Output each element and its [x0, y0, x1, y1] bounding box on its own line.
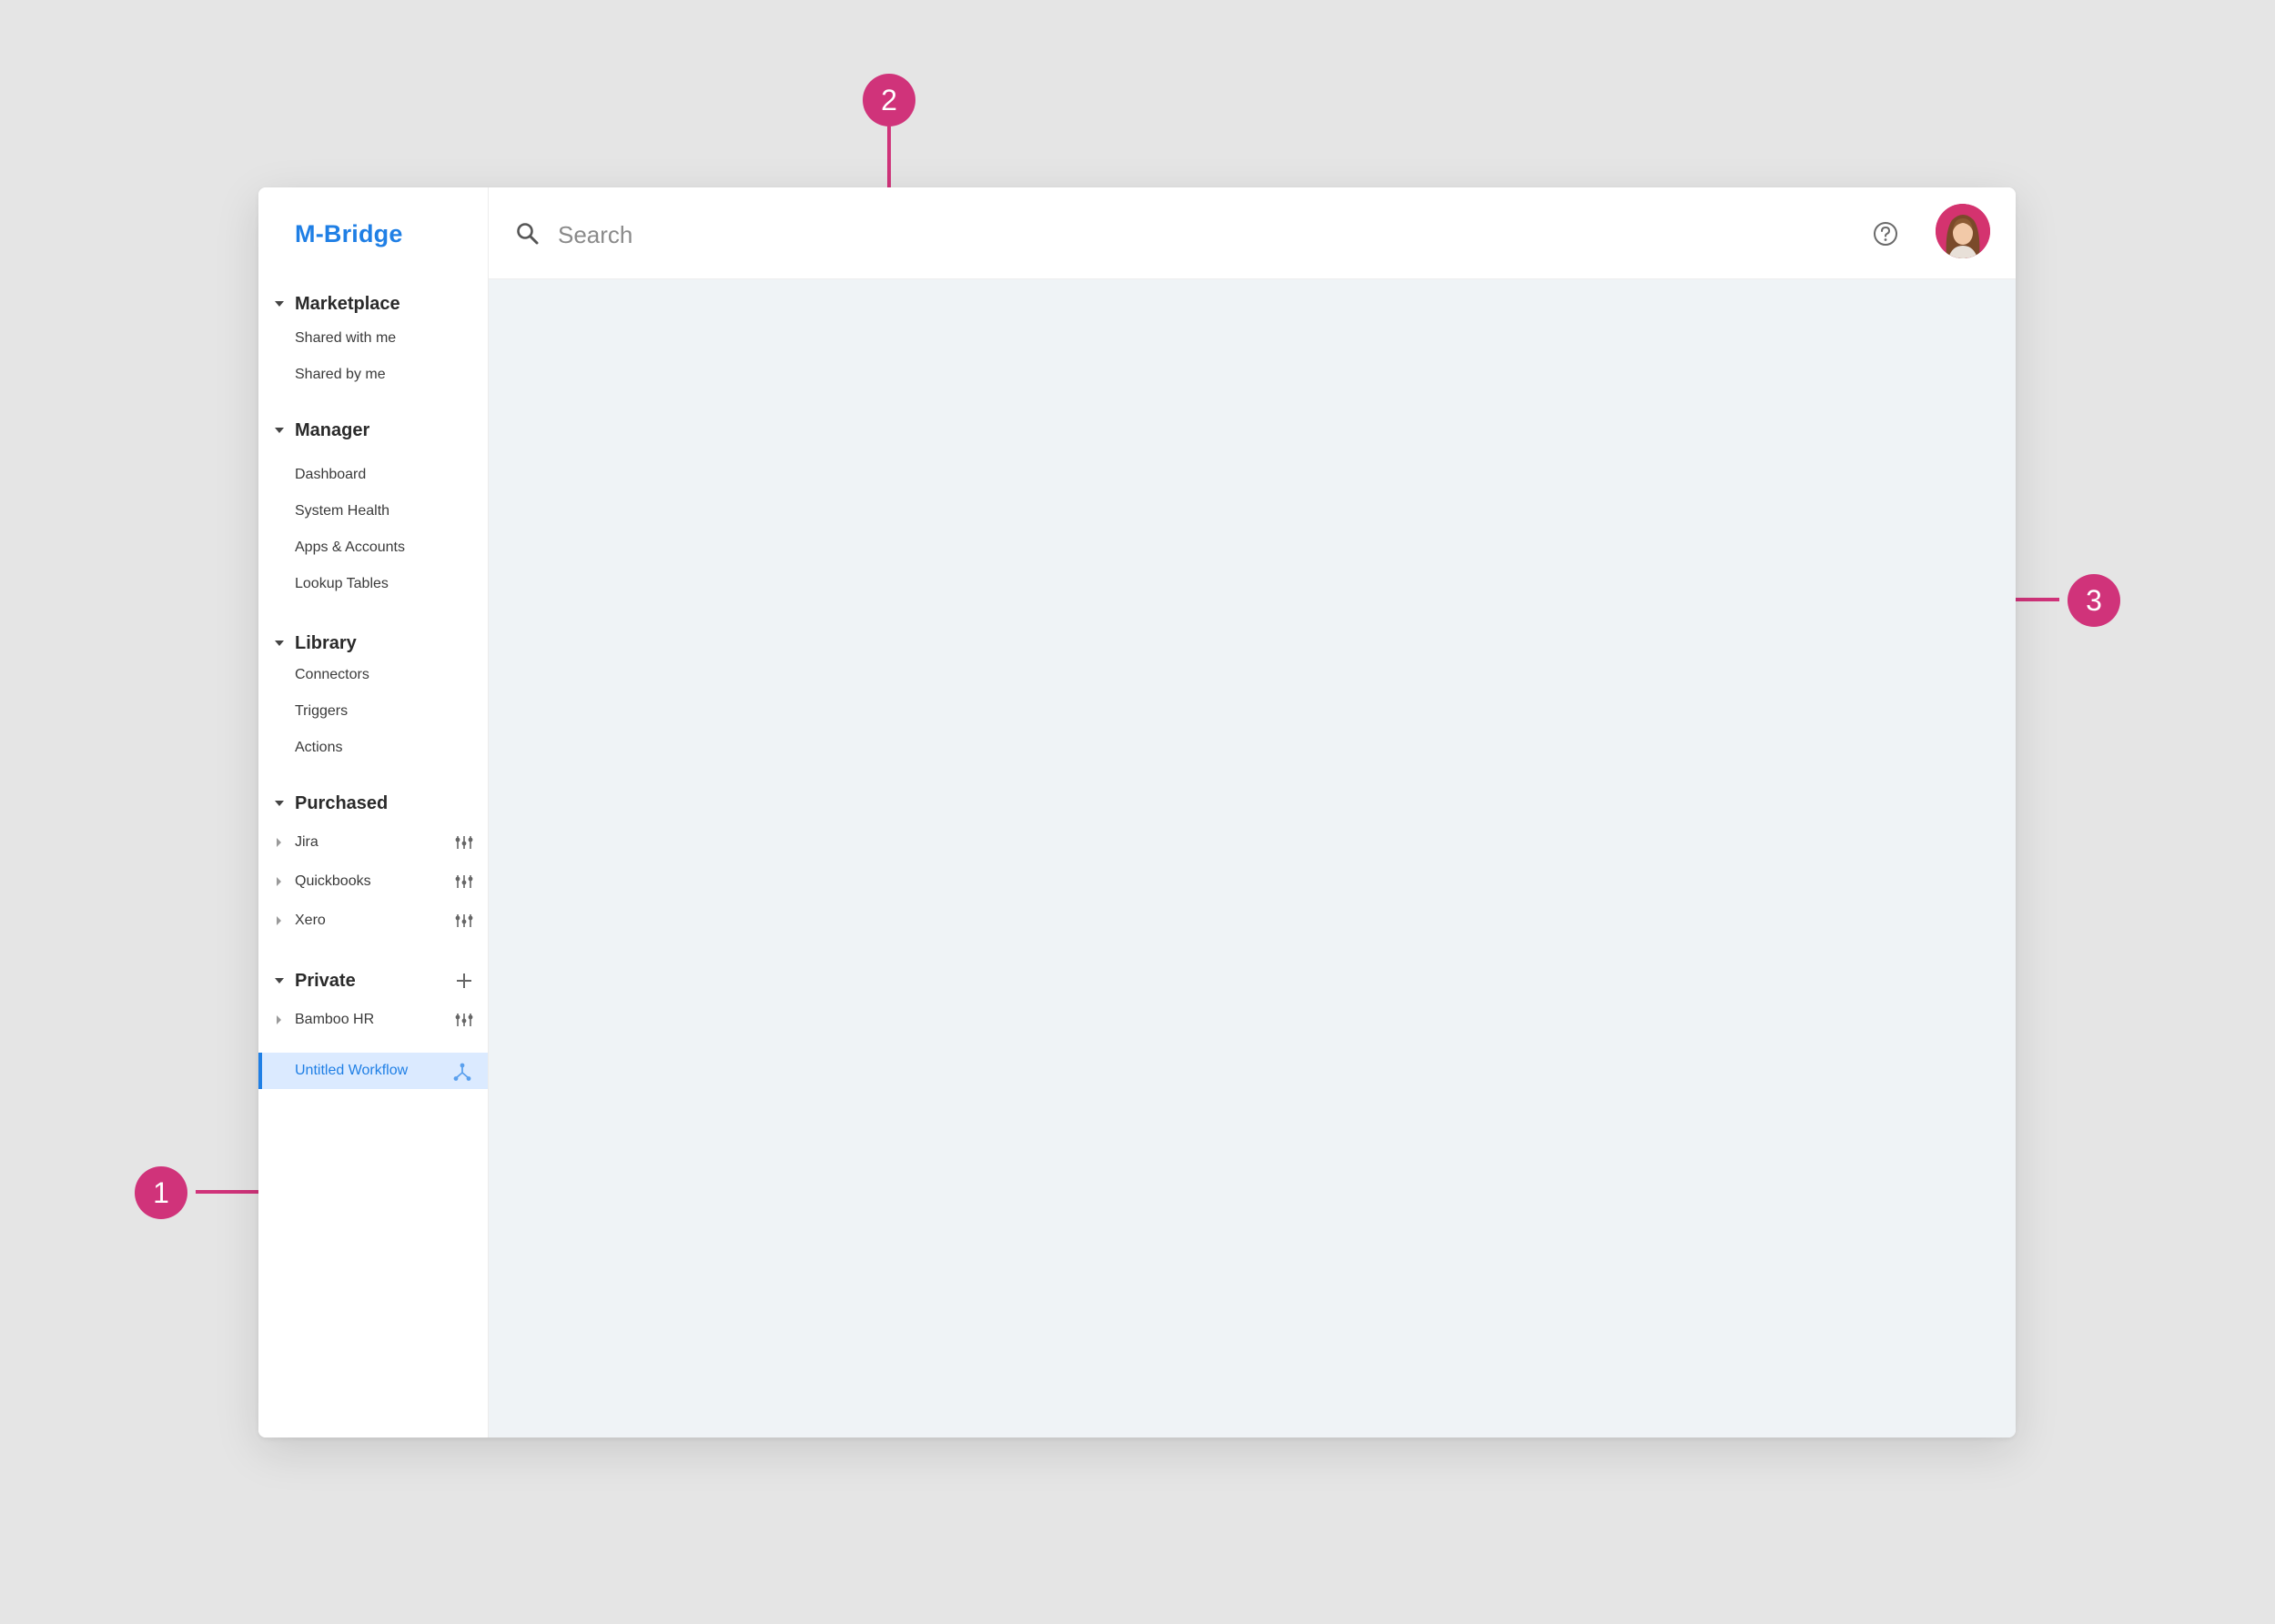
- search-icon: [517, 223, 539, 245]
- nav-item-shared-by-me[interactable]: Shared by me: [295, 361, 477, 388]
- sidebar-item-label: Untitled Workflow: [295, 1063, 409, 1078]
- nav-item-lookup-tables[interactable]: Lookup Tables: [295, 570, 477, 598]
- caret-down-icon: [275, 301, 284, 307]
- nav-item-actions[interactable]: Actions: [295, 734, 477, 762]
- workflow-icon: [453, 1063, 471, 1081]
- sidebar-item-untitled-workflow[interactable]: Untitled Workflow: [258, 1053, 488, 1089]
- top-bar: [489, 187, 2016, 279]
- connector-settings-icon[interactable]: [455, 913, 473, 928]
- tree-item-label: Bamboo HR: [295, 1012, 375, 1027]
- caret-down-icon: [275, 801, 284, 806]
- nav-item-apps-accounts[interactable]: Apps & Accounts: [295, 534, 477, 561]
- app-window: M-Bridge Marketplace Shared with me Shar…: [258, 187, 2016, 1437]
- tree-item-jira[interactable]: Jira: [258, 827, 488, 858]
- caret-down-icon: [275, 428, 284, 433]
- help-icon[interactable]: [1872, 220, 1899, 247]
- connector-settings-icon[interactable]: [455, 1013, 473, 1027]
- caret-right-icon[interactable]: [277, 877, 281, 886]
- nav-item-shared-with-me[interactable]: Shared with me: [295, 325, 477, 352]
- caret-right-icon[interactable]: [277, 838, 281, 847]
- section-library[interactable]: Library: [275, 628, 473, 659]
- section-title: Marketplace: [295, 294, 400, 314]
- tree-item-bamboo-hr[interactable]: Bamboo HR: [258, 1004, 488, 1035]
- section-purchased[interactable]: Purchased: [275, 788, 473, 819]
- callout-3: 3: [2068, 574, 2120, 627]
- sidebar: M-Bridge Marketplace Shared with me Shar…: [258, 187, 489, 1437]
- connector-settings-icon[interactable]: [455, 874, 473, 889]
- search-input[interactable]: [556, 215, 1288, 255]
- caret-right-icon[interactable]: [277, 1015, 281, 1024]
- section-title: Library: [295, 633, 357, 653]
- section-title: Private: [295, 971, 356, 991]
- tree-item-label: Quickbooks: [295, 873, 371, 889]
- nav-item-dashboard[interactable]: Dashboard: [295, 461, 477, 489]
- nav-item-triggers[interactable]: Triggers: [295, 698, 477, 725]
- callout-1: 1: [135, 1166, 187, 1219]
- main-content: [489, 279, 2016, 1437]
- section-title: Purchased: [295, 793, 389, 813]
- section-private[interactable]: Private: [275, 965, 473, 996]
- section-marketplace[interactable]: Marketplace: [275, 288, 473, 319]
- tree-item-xero[interactable]: Xero: [258, 905, 488, 936]
- nav-item-system-health[interactable]: System Health: [295, 498, 477, 525]
- caret-right-icon[interactable]: [277, 916, 281, 925]
- connector-settings-icon[interactable]: [455, 835, 473, 850]
- caret-down-icon: [275, 978, 284, 983]
- caret-down-icon: [275, 641, 284, 646]
- nav-item-connectors[interactable]: Connectors: [295, 661, 477, 689]
- tree-item-label: Jira: [295, 834, 318, 850]
- active-indicator: [258, 1053, 262, 1089]
- tree-item-quickbooks[interactable]: Quickbooks: [258, 866, 488, 897]
- user-avatar-image: [1936, 204, 1990, 258]
- avatar[interactable]: [1936, 204, 1990, 258]
- brand-logo[interactable]: M-Bridge: [295, 220, 403, 248]
- tree-item-label: Xero: [295, 913, 326, 928]
- callout-2: 2: [863, 74, 915, 126]
- section-title: Manager: [295, 420, 370, 440]
- add-private-icon[interactable]: [456, 973, 472, 989]
- section-manager[interactable]: Manager: [275, 415, 473, 446]
